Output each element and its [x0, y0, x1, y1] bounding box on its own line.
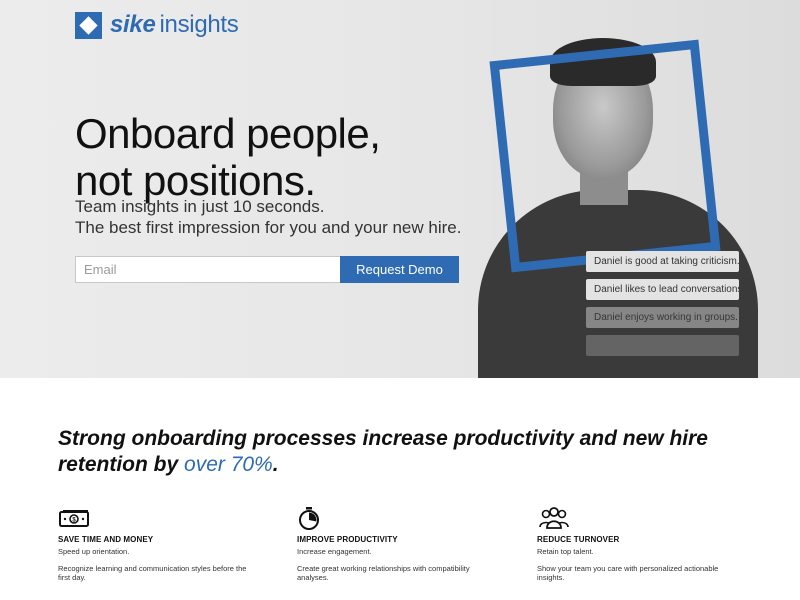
hero-subheadline: Team insights in just 10 seconds. The be… [75, 196, 461, 238]
feature-summary: Retain top talent. [537, 547, 594, 556]
feature-description: Create great working relationships with … [297, 564, 470, 582]
logo-wordmark: sike insights [110, 11, 239, 39]
feature-title: SAVE TIME AND MONEY [58, 535, 154, 544]
feature-title: REDUCE TURNOVER [537, 535, 620, 544]
feature-description: Recognize learning and communication sty… [58, 564, 247, 582]
feature-reduce-turnover: REDUCE TURNOVER Retain top talent. Show … [537, 506, 737, 582]
team-icon [539, 507, 569, 529]
insight-card: Daniel enjoys working in groups. [586, 307, 739, 328]
tagline-highlight: over 70% [184, 453, 273, 476]
feature-improve-productivity: IMPROVE PRODUCTIVITY Increase engagement… [297, 506, 497, 582]
money-icon: $ [59, 510, 89, 527]
portrait-blue-frame [489, 39, 721, 273]
logo-brand-light: insights [159, 11, 239, 38]
feature-summary: Increase engagement. [297, 547, 372, 556]
tagline-text: Strong onboarding processes increase pro… [58, 427, 708, 476]
hero-portrait: Daniel is good at taking criticism. Dani… [468, 20, 780, 378]
insight-card: Daniel likes to lead conversations. [586, 279, 739, 300]
subheadline-line-2: The best first impression for you and yo… [75, 218, 462, 237]
logo-mark-icon [75, 11, 102, 39]
stopwatch-icon [299, 507, 319, 530]
demo-request-form: Request Demo [75, 256, 459, 283]
feature-description: Show your team you care with personalize… [537, 564, 719, 582]
section-tagline: Strong onboarding processes increase pro… [58, 426, 738, 478]
feature-save-time: $ SAVE TIME AND MONEY Speed up orientati… [58, 506, 258, 582]
subheadline-line-1: Team insights in just 10 seconds. [75, 197, 325, 216]
feature-summary: Speed up orientation. [58, 547, 130, 556]
hero-headline: Onboard people, not positions. [75, 110, 381, 204]
hero-section: sike insights Onboard people, not positio… [0, 0, 800, 378]
tagline-end: . [272, 453, 279, 476]
request-demo-button[interactable]: Request Demo [340, 256, 459, 283]
insight-card: Daniel is good at taking criticism. [586, 251, 739, 272]
email-input[interactable] [75, 256, 340, 283]
headline-line-1: Onboard people, [75, 110, 381, 157]
insight-card [586, 335, 739, 356]
logo-brand-bold: sike [110, 11, 156, 38]
feature-title: IMPROVE PRODUCTIVITY [297, 535, 398, 544]
logo[interactable]: sike insights [75, 10, 239, 40]
